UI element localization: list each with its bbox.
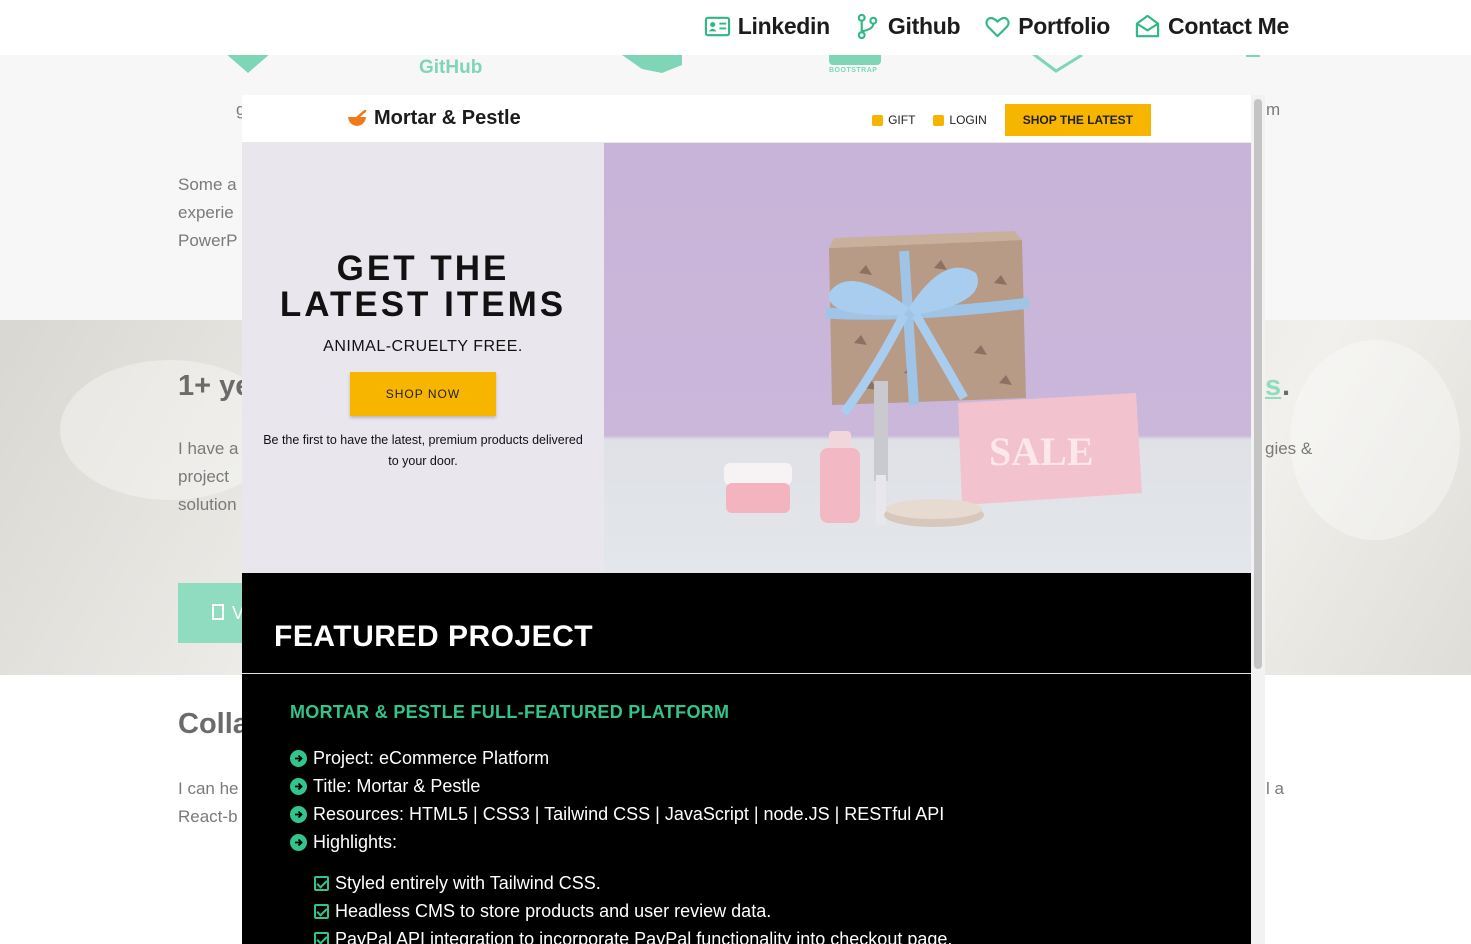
project-info-list: Project: eCommerce Platform Title: Morta… [290,744,944,856]
git-branch-icon [857,13,878,40]
skill-logo-fragment [1246,55,1260,57]
list-item: Styled entirely with Tailwind CSS. [314,869,952,897]
hero-subtitle: ANIMAL-CRUELTY FREE. [323,338,523,355]
nav-link-contact[interactable]: Contact Me [1134,13,1289,40]
paragraph-line: experie [178,203,234,222]
experience-paragraph-fragment: gies & [1265,439,1313,458]
bootstrap-logo: BOOTSTRAP [829,67,878,74]
scrollbar-thumb[interactable] [1254,99,1262,669]
checkbox-icon [314,931,329,944]
github-logo: GitHub [419,57,483,78]
list-item: Headless CMS to store products and user … [314,897,952,925]
paragraph-line: PowerP [178,231,238,250]
project-modal: Mortar & Pestle GIFT LOGIN SHOP THE LATE… [242,95,1265,944]
list-item: Highlights: [290,828,944,856]
nav-links: Linkedin Github Portfolio Contact Me [704,13,1289,40]
photo-highlight [1290,340,1460,540]
list-item: Project: eCommerce Platform [290,744,944,772]
screenshot-nav-links: GIFT LOGIN SHOP THE LATEST [872,104,1151,136]
top-navigation: Linkedin Github Portfolio Contact Me [0,0,1471,55]
hero-description: Be the first to have the latest, premium… [263,433,583,468]
info-text: Project: eCommerce Platform [313,747,550,768]
paragraph-line: React-b [178,807,238,826]
arrow-circle-icon [290,833,307,851]
highlights-list: Styled entirely with Tailwind CSS. Headl… [314,869,952,944]
nav-link-label: Linkedin [737,13,830,39]
screenshot-brand: Mortar & Pestle [346,107,521,130]
info-text: Highlights: [313,831,398,852]
hero-title-line: GET THE [336,249,510,288]
skill-logo-icon [225,53,271,73]
nav-link-label: Portfolio [1018,13,1111,39]
arrow-circle-icon [290,777,307,795]
highlight-text: Styled entirely with Tailwind CSS. [335,872,601,893]
experience-heading-link[interactable]: s [1265,370,1281,403]
screenshot-hero-image: SALE [604,143,1251,573]
list-item: Resources: HTML5 | CSS3 | Tailwind CSS |… [290,800,944,828]
brand-name: Mortar & Pestle [374,107,521,129]
screenshot-link-login: LOGIN [933,113,987,127]
list-item: PayPal API integration to incorporate Pa… [314,925,952,944]
link-label: LOGIN [949,113,987,127]
paragraph-line: Some a [178,175,237,194]
highlight-text: PayPal API integration to incorporate Pa… [335,928,953,944]
view-resume-button[interactable]: V [178,583,248,643]
checkbox-icon [314,903,329,919]
experience-heading: 1+ ye [178,370,252,402]
nav-link-linkedin[interactable]: Linkedin [704,13,830,40]
file-icon [212,604,224,620]
nav-link-label: Github [887,13,961,39]
mortar-icon [348,109,367,126]
project-title: MORTAR & PESTLE FULL-FEATURED PLATFORM [290,702,730,722]
info-text: Resources: HTML5 | CSS3 | Tailwind CSS |… [313,803,945,824]
paragraph-line: I can he [178,779,239,798]
hero-title: GET THE LATEST ITEMS [242,251,604,323]
user-icon [933,114,945,126]
nav-link-github[interactable]: Github [854,13,961,40]
screenshot-shop-latest-button: SHOP THE LATEST [1004,104,1151,136]
checkbox-icon [314,875,329,891]
nav-link-label: Contact Me [1168,13,1289,39]
collab-heading: Colla [178,708,249,740]
collab-paragraph: I can he React-b [178,775,239,831]
id-card-icon [704,16,730,37]
screenshot-shop-now-button: SHOP NOW [350,372,496,416]
paragraph-line: solution [178,495,237,514]
gift-icon [872,114,884,126]
experience-paragraph: I have a project solution [178,435,239,519]
arrow-circle-icon [290,749,307,767]
logo-caption-fragment: m [1266,100,1281,119]
collab-paragraph-fragment: l a [1266,779,1284,798]
screenshot-navbar: Mortar & Pestle GIFT LOGIN SHOP THE LATE… [242,95,1251,143]
link-label: GIFT [888,113,916,127]
product-photo-illustration: SALE [724,231,1142,527]
list-item: Title: Mortar & Pestle [290,772,944,800]
skills-logo-strip: GitHub BOOTSTRAP [0,51,1471,85]
paragraph-line: project [178,467,230,486]
info-text: Title: Mortar & Pestle [313,775,481,796]
highlight-text: Headless CMS to store products and user … [335,900,772,921]
sale-text: SALE [989,429,1094,474]
project-screenshot: Mortar & Pestle GIFT LOGIN SHOP THE LATE… [242,95,1251,573]
featured-heading: FEATURED PROJECT [274,620,594,653]
arrow-circle-icon [290,805,307,823]
divider [242,673,1251,674]
envelope-open-icon [1135,14,1160,38]
paragraph-line: I have a [178,439,239,458]
nav-link-portfolio[interactable]: Portfolio [984,13,1110,40]
modal-scrollbar[interactable] [1251,95,1265,944]
screenshot-link-gift: GIFT [872,113,915,127]
heart-icon [985,16,1010,38]
hero-title-line: LATEST ITEMS [279,285,567,324]
experience-heading-period: . [1282,370,1291,402]
screenshot-hero-text: GET THE LATEST ITEMS ANIMAL-CRUELTY FREE… [242,143,604,573]
skills-paragraph: Some a experie PowerP [178,171,238,255]
